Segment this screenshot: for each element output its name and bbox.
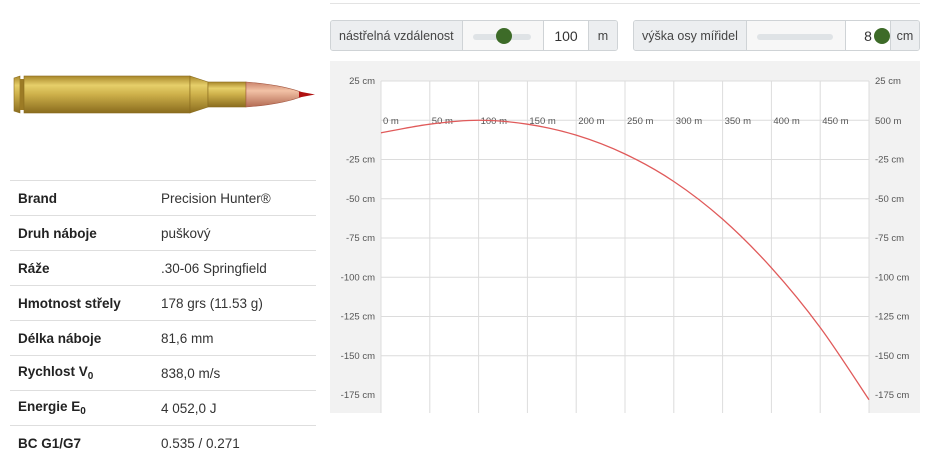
y-tick-label-left: -25 cm [346,155,375,166]
spec-value: .30-06 Springfield [153,250,316,286]
spec-value: puškový [153,215,316,251]
spec-label: BC G1/G7 [10,425,153,460]
spec-label: Energie E0 [10,390,153,426]
sight-height-unit: cm [890,21,919,50]
spec-value: 838,0 m/s [153,355,316,391]
sight-height-track[interactable] [756,34,833,40]
spec-label-text: Délka náboje [18,330,102,346]
spec-value: 178 grs (11.53 g) [153,285,316,321]
y-tick-label-left: -125 cm [341,312,375,323]
sight-height-label: výška osy mířidel [634,21,747,50]
ammo-spec-table: Brand Precision Hunter® Druh náboje puškový… [10,180,316,460]
spec-row: Délka náboje 81,6 mm [10,320,316,356]
spec-row: Brand Precision Hunter® [10,180,316,216]
y-tick-label-left: 25 cm [349,76,375,87]
cartridge-image [13,75,315,114]
spec-row: Rychlost V0 838,0 m/s [10,355,316,391]
spec-value: 4 052,0 J [153,390,316,426]
zero-distance-input[interactable]: 100 [543,21,588,50]
spec-label-text: BC G1/G7 [18,435,82,451]
spec-row: Druh náboje puškový [10,215,316,251]
y-tick-label-right: 25 cm [875,76,901,87]
spec-label-text: Rychlost V [18,363,88,379]
x-tick-label: 350 m [725,116,751,127]
spec-row: Ráže .30-06 Springfield [10,250,316,286]
y-tick-label-right: -150 cm [875,351,909,362]
y-tick-label-left: -100 cm [341,272,375,283]
x-tick-label: 400 m [773,116,799,127]
spec-value: 81,6 mm [153,320,316,356]
y-tick-label-right: -25 cm [875,155,904,166]
spec-label: Brand [10,180,153,216]
y-tick-label-left: -75 cm [346,233,375,244]
y-tick-label-right: -100 cm [875,272,909,283]
spec-label-subscript: 0 [87,371,94,383]
zero-distance-control: nástřelná vzdálenost 100 m [330,20,618,51]
spec-label: Druh náboje [10,215,153,251]
y-tick-label-left: -150 cm [341,351,375,362]
x-tick-label: 0 m [383,116,399,127]
y-tick-label-right: -175 cm [875,390,909,401]
x-tick-label: 200 m [578,116,604,127]
trajectory-chart: 25 cm 25 cm -25 cm -25 cm -50 cm -50 cm -75 cm… [330,61,920,413]
y-tick-label-right: -125 cm [875,312,909,323]
zero-distance-unit: m [588,21,617,50]
sight-height-slider[interactable] [746,21,891,50]
spec-label-subscript: 0 [80,406,86,418]
spec-label: Hmotnost střely [10,285,153,321]
spec-label: Rychlost V0 [10,355,153,391]
x-tick-label: 250 m [627,116,653,127]
zero-distance-label: nástřelná vzdálenost [331,21,463,50]
spec-label-text: Druh náboje [18,225,97,241]
zero-distance-slider-thumb[interactable] [495,28,512,44]
spec-label: Délka náboje [10,320,153,356]
spec-row: Energie E0 4 052,0 J [10,390,316,426]
x-tick-label: 300 m [676,116,702,127]
sight-height-control: výška osy mířidel 8 cm [633,20,920,51]
y-tick-label-right: -75 cm [875,233,904,244]
zero-distance-slider[interactable] [462,21,543,50]
spec-label-text: Brand [18,190,58,206]
spec-label: Ráže [10,250,153,286]
y-tick-label-right: -50 cm [875,194,904,205]
spec-label-text: Hmotnost střely [18,295,121,311]
spec-label-text: Ráže [18,260,50,276]
spec-value: 0.535 / 0.271 [153,425,316,460]
spec-row: Hmotnost střely 178 grs (11.53 g) [10,285,316,321]
spec-label-text: Energie E [18,398,81,414]
spec-row: BC G1/G7 0.535 / 0.271 [10,425,316,460]
top-divider [330,3,920,4]
x-tick-label: 450 m [822,116,848,127]
x-tick-label: 500 m [875,116,901,127]
y-tick-label-left: -175 cm [341,390,375,401]
y-tick-label-left: -50 cm [346,194,375,205]
spec-value: Precision Hunter® [153,180,316,216]
